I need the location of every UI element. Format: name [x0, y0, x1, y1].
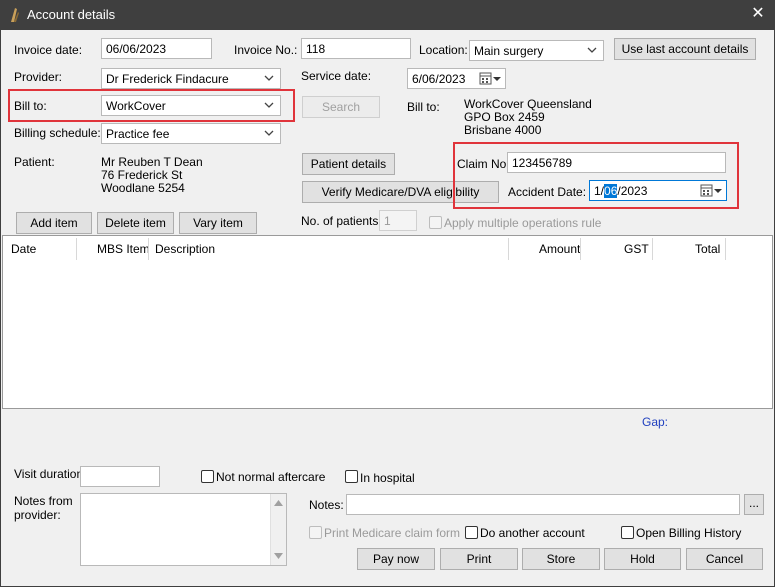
not-normal-aftercare-checkbox[interactable]: [201, 470, 214, 483]
search-button[interactable]: Search: [302, 96, 380, 118]
patient-address-line: 76 Frederick St: [101, 168, 183, 182]
bill-to-select[interactable]: WorkCover: [101, 95, 281, 116]
column-divider: [725, 238, 726, 260]
in-hospital-checkbox[interactable]: [345, 470, 358, 483]
do-another-label: Do another account: [480, 526, 585, 540]
patient-address-line: Woodlane 5254: [101, 181, 185, 195]
title-bar: Account details ✕: [0, 0, 775, 30]
chevron-down-icon: [264, 130, 274, 136]
store-button[interactable]: Store: [522, 548, 600, 570]
bill-to-address-line: Brisbane 4000: [464, 123, 542, 137]
notes-label: Notes:: [309, 498, 344, 512]
patient-address-line: Mr Reuben T Dean: [101, 155, 203, 169]
column-divider: [580, 238, 581, 260]
bill-to-label: Bill to:: [14, 99, 47, 113]
bill-to-address-line: WorkCover Queensland: [464, 97, 592, 111]
print-medicare-label: Print Medicare claim form: [324, 526, 461, 540]
bill-to-address-label: Bill to:: [407, 100, 440, 114]
scroll-up-icon[interactable]: [274, 500, 283, 506]
column-header-gst[interactable]: GST: [624, 242, 649, 256]
print-button[interactable]: Print: [440, 548, 518, 570]
notes-scrollbar[interactable]: [270, 494, 286, 565]
service-date-input[interactable]: 6/06/2023: [407, 68, 506, 89]
notes-more-button[interactable]: ...: [744, 494, 764, 515]
claim-no-label: Claim No.:: [457, 157, 514, 171]
bill-to-address-line: GPO Box 2459: [464, 110, 545, 124]
hold-button[interactable]: Hold: [604, 548, 681, 570]
scroll-down-icon[interactable]: [274, 553, 283, 559]
column-divider: [508, 238, 509, 260]
calendar-dropdown-icon[interactable]: [700, 184, 722, 198]
no-patients-label: No. of patients:: [301, 214, 382, 228]
delete-item-button[interactable]: Delete item: [97, 212, 174, 234]
app-logo-icon: [11, 8, 19, 22]
not-normal-aftercare-label: Not normal aftercare: [216, 470, 326, 484]
provider-label: Provider:: [14, 70, 63, 84]
chevron-down-icon: [264, 102, 274, 108]
open-billing-history-checkbox[interactable]: [621, 526, 634, 539]
cancel-button[interactable]: Cancel: [686, 548, 763, 570]
column-divider: [76, 238, 77, 260]
billing-schedule-value: Practice fee: [106, 127, 170, 141]
provider-value: Dr Frederick Findacure: [106, 72, 229, 86]
invoice-no-input[interactable]: 118: [301, 38, 411, 59]
window-title: Account details: [27, 7, 116, 22]
chevron-down-icon: [587, 47, 597, 53]
location-label: Location:: [419, 43, 468, 57]
use-last-account-button[interactable]: Use last account details: [614, 38, 756, 60]
claim-no-input[interactable]: 123456789: [507, 152, 726, 173]
open-billing-history-label: Open Billing History: [636, 526, 742, 540]
accident-date-label: Accident Date:: [508, 185, 587, 199]
accident-date-part: 1/: [594, 184, 605, 198]
items-table[interactable]: Date MBS Item Description Amount GST Tot…: [2, 235, 773, 409]
provider-select[interactable]: Dr Frederick Findacure: [101, 68, 281, 89]
do-another-checkbox[interactable]: [465, 526, 478, 539]
column-header-total[interactable]: Total: [695, 242, 720, 256]
invoice-date-input[interactable]: 06/06/2023: [101, 38, 212, 59]
column-header-date[interactable]: Date: [11, 242, 36, 256]
notes-from-provider-textarea[interactable]: [80, 493, 287, 566]
billing-schedule-label: Billing schedule:: [14, 126, 101, 140]
column-header-amount[interactable]: Amount: [539, 242, 580, 256]
column-divider: [148, 238, 149, 260]
print-medicare-checkbox[interactable]: [309, 526, 322, 539]
accident-date-part: /2023: [617, 184, 648, 198]
patient-details-button[interactable]: Patient details: [302, 153, 395, 175]
in-hospital-label: In hospital: [360, 471, 415, 485]
invoice-date-label: Invoice date:: [14, 43, 83, 57]
column-header-mbs-item[interactable]: MBS Item: [97, 242, 150, 256]
apply-multiple-label: Apply multiple operations rule: [444, 216, 602, 230]
service-date-value: 6/06/2023: [412, 72, 466, 86]
notes-input[interactable]: [346, 494, 740, 515]
accident-date-input[interactable]: 1/06/2023: [589, 180, 727, 201]
billing-schedule-select[interactable]: Practice fee: [101, 123, 281, 144]
service-date-label: Service date:: [301, 69, 372, 83]
close-icon[interactable]: ✕: [748, 4, 768, 24]
location-select[interactable]: Main surgery: [469, 40, 604, 61]
column-divider: [652, 238, 653, 260]
add-item-button[interactable]: Add item: [16, 212, 92, 234]
accident-date-selected-part: 06: [604, 184, 618, 198]
bill-to-value: WorkCover: [106, 99, 166, 113]
invoice-no-label: Invoice No.:: [234, 43, 298, 57]
visit-duration-label: Visit duration:: [14, 467, 87, 481]
chevron-down-icon: [264, 75, 274, 81]
column-header-description[interactable]: Description: [155, 242, 215, 256]
gap-label: Gap:: [642, 415, 669, 429]
no-patients-input[interactable]: 1: [379, 210, 417, 231]
visit-duration-input[interactable]: [80, 466, 160, 487]
pay-now-button[interactable]: Pay now: [357, 548, 435, 570]
calendar-dropdown-icon[interactable]: [479, 72, 501, 86]
apply-multiple-checkbox[interactable]: [429, 216, 442, 229]
patient-label: Patient:: [14, 155, 55, 169]
vary-item-button[interactable]: Vary item: [179, 212, 257, 234]
location-value: Main surgery: [474, 44, 544, 58]
notes-from-provider-label: Notes from provider:: [14, 494, 73, 522]
